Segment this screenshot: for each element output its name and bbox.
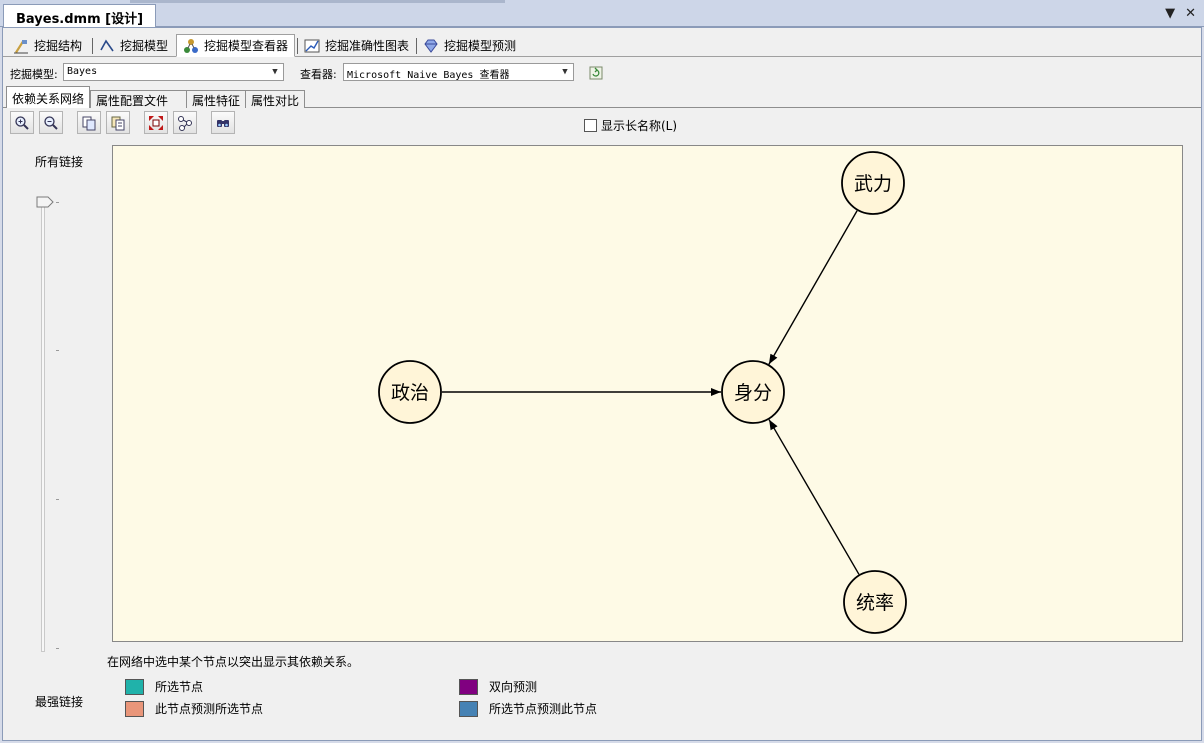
fit-to-window-button[interactable] bbox=[144, 111, 168, 134]
node-label: 统率 bbox=[856, 592, 894, 614]
model-viewer-icon bbox=[184, 38, 198, 53]
prediction-icon bbox=[424, 39, 438, 53]
selector-row: 挖掘模型: Bayes ▼ 查看器: Microsoft Naive Bayes… bbox=[3, 59, 1201, 83]
dependency-network-canvas[interactable]: 武力政治 身分统率 bbox=[112, 145, 1183, 642]
network-node-tongshuai[interactable]: 统率 bbox=[843, 570, 907, 634]
node-label: 政治 bbox=[391, 382, 429, 404]
designer-frame: 挖掘结构 挖掘模型 挖掘模型查看器 挖掘准确性图表 挖掘模型预测 挖掘模型: B… bbox=[2, 27, 1202, 741]
legend-swatch bbox=[125, 678, 144, 695]
document-tab[interactable]: Bayes.dmm [设计] bbox=[3, 4, 157, 27]
layout-icon bbox=[178, 115, 192, 131]
legend-label: 此节点预测所选节点 bbox=[155, 702, 264, 716]
zoom-out-icon bbox=[44, 115, 58, 130]
legend-swatch bbox=[125, 700, 144, 717]
link-strength-slider-thumb[interactable] bbox=[36, 196, 54, 208]
show-long-names-label: 显示长名称(L) bbox=[601, 119, 678, 133]
find-node-icon bbox=[217, 119, 229, 127]
slider-all-links-label: 所有链接 bbox=[35, 155, 84, 169]
legend-label: 所选节点 bbox=[155, 680, 204, 694]
legend-selected-node: 所选节点 bbox=[125, 678, 203, 695]
show-long-names-option[interactable]: 显示长名称(L) bbox=[584, 117, 677, 134]
zoom-in-icon bbox=[15, 115, 29, 130]
slider-tick bbox=[56, 499, 59, 500]
copy-graph-icon bbox=[111, 116, 125, 130]
legend-bidirectional: 双向预测 bbox=[459, 678, 537, 695]
model-selector[interactable]: Bayes ▼ bbox=[63, 63, 284, 81]
legend-predicted-by-selected: 所选节点预测此节点 bbox=[459, 700, 597, 717]
network-node-shenfen[interactable]: 身分 bbox=[721, 360, 785, 424]
tab-label: 挖掘模型查看器 bbox=[204, 39, 289, 53]
viewer-selector-label: 查看器: bbox=[300, 68, 337, 81]
slider-tick bbox=[56, 350, 59, 351]
legend-swatch bbox=[459, 700, 478, 717]
zoom-in-button[interactable] bbox=[10, 111, 34, 134]
copy-graph-button[interactable] bbox=[106, 111, 130, 134]
layout-button[interactable] bbox=[173, 111, 197, 134]
copy-button[interactable] bbox=[77, 111, 101, 134]
network-hint: 在网络中选中某个节点以突出显示其依赖关系。 bbox=[107, 655, 360, 669]
tab-mining-model[interactable]: 挖掘模型 bbox=[93, 34, 174, 57]
tab-attribute-profiles[interactable]: 属性配置文件 bbox=[90, 90, 187, 108]
legend-swatch bbox=[459, 678, 478, 695]
link-strength-slider-track[interactable] bbox=[41, 200, 45, 652]
tab-label: 挖掘准确性图表 bbox=[325, 39, 410, 53]
model-selector-value: Bayes bbox=[67, 66, 98, 77]
network-node-zhengzhi[interactable]: 政治 bbox=[378, 360, 442, 424]
window-close-icon[interactable]: ✕ bbox=[1185, 6, 1196, 21]
legend-predicts-selected: 此节点预测所选节点 bbox=[125, 700, 263, 717]
tab-label: 挖掘模型预测 bbox=[444, 39, 517, 53]
tab-strip-topline bbox=[130, 0, 505, 3]
designer-tabs: 挖掘结构 挖掘模型 挖掘模型查看器 挖掘准确性图表 挖掘模型预测 bbox=[3, 34, 1201, 57]
tab-accuracy-chart[interactable]: 挖掘准确性图表 bbox=[298, 34, 415, 57]
slider-strongest-links-label: 最强链接 bbox=[35, 695, 84, 709]
network-node-wuli[interactable]: 武力 bbox=[841, 151, 905, 215]
tab-attribute-discrimination[interactable]: 属性对比 bbox=[245, 90, 306, 108]
window-buttons: ▼ ✕ bbox=[1165, 6, 1196, 21]
refresh-icon[interactable] bbox=[589, 66, 603, 80]
tab-mining-structure[interactable]: 挖掘结构 bbox=[7, 34, 88, 57]
viewer-sub-tabs: 依赖关系网络 属性配置文件 属性特征 属性对比 bbox=[3, 86, 1201, 108]
tab-dependency-network[interactable]: 依赖关系网络 bbox=[6, 86, 91, 108]
node-label: 身分 bbox=[734, 382, 772, 404]
tab-prediction[interactable]: 挖掘模型预测 bbox=[417, 34, 522, 57]
legend-label: 所选节点预测此节点 bbox=[489, 702, 598, 716]
tab-attribute-characteristics[interactable]: 属性特征 bbox=[186, 90, 247, 108]
dependency-network-pane: 显示长名称(L) 所有链接 最强链接 武力政治 身分统率 在网络中选中某个节点以突… bbox=[4, 108, 1200, 740]
accuracy-chart-icon bbox=[304, 39, 320, 52]
viewer-selector[interactable]: Microsoft Naive Bayes 查看器 ▼ bbox=[343, 63, 574, 81]
tab-label: 挖掘结构 bbox=[34, 39, 83, 53]
edge-wuli-to-shenfen bbox=[768, 210, 858, 365]
document-tab-strip: Bayes.dmm [设计] ▼ ✕ bbox=[0, 0, 1204, 27]
network-graph: 武力政治 身分统率 bbox=[378, 151, 907, 634]
show-long-names-checkbox[interactable] bbox=[584, 119, 597, 132]
legend-label: 双向预测 bbox=[489, 680, 538, 694]
copy-icon bbox=[82, 116, 96, 130]
window-dropdown-icon[interactable]: ▼ bbox=[1165, 6, 1175, 21]
tab-label: 挖掘模型 bbox=[120, 39, 169, 53]
fit-to-window-icon bbox=[149, 115, 163, 130]
slider-tick bbox=[56, 648, 59, 649]
model-selector-label: 挖掘模型: bbox=[10, 68, 58, 81]
mining-model-icon bbox=[100, 38, 114, 51]
zoom-out-button[interactable] bbox=[39, 111, 63, 134]
chevron-down-icon: ▼ bbox=[562, 67, 568, 77]
node-label: 武力 bbox=[854, 173, 892, 195]
mining-structure-icon bbox=[14, 39, 28, 53]
viewer-selector-value: Microsoft Naive Bayes 查看器 bbox=[347, 70, 510, 81]
edge-tongshuai-to-shenfen bbox=[768, 419, 860, 575]
tab-model-viewer[interactable]: 挖掘模型查看器 bbox=[176, 34, 296, 57]
find-node-button[interactable] bbox=[211, 111, 235, 134]
slider-tick bbox=[56, 202, 59, 203]
chevron-down-icon: ▼ bbox=[272, 67, 278, 77]
